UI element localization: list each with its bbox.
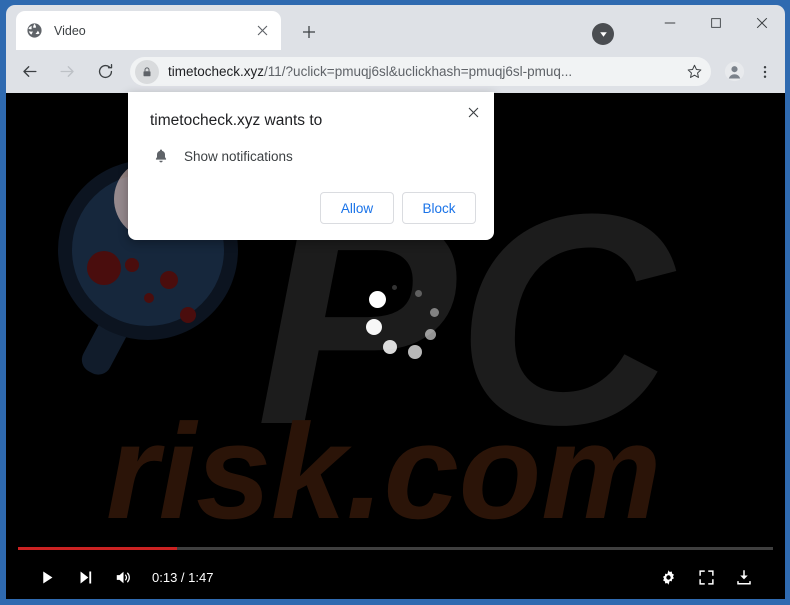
globe-icon (26, 22, 43, 39)
settings-gear-icon[interactable] (649, 558, 687, 596)
permission-label: Show notifications (184, 148, 293, 164)
time-display: 0:13 / 1:47 (152, 569, 214, 585)
browser-chrome: Video timetocheck.xyz/11/?uclick=pmuqj6s… (6, 5, 785, 93)
chrome-menu-icon[interactable] (751, 57, 779, 87)
browser-toolbar: timetocheck.xyz/11/?uclick=pmuqj6sl&ucli… (6, 50, 785, 93)
notification-permission-dialog: timetocheck.xyz wants to Show notificati… (128, 92, 494, 240)
download-icon[interactable] (725, 558, 763, 596)
dialog-actions: Allow Block (312, 192, 476, 224)
permission-row: Show notifications (150, 145, 293, 167)
minimize-icon[interactable] (647, 5, 693, 41)
progress-bar[interactable] (18, 547, 773, 550)
close-window-icon[interactable] (739, 5, 785, 41)
progress-fill (18, 547, 177, 550)
download-bubble-icon[interactable] (592, 23, 614, 45)
allow-button[interactable]: Allow (320, 192, 394, 224)
block-button[interactable]: Block (402, 192, 476, 224)
forward-icon[interactable] (52, 57, 82, 87)
reload-icon[interactable] (90, 57, 120, 87)
close-icon[interactable] (253, 22, 271, 40)
tab-strip: Video (6, 5, 785, 50)
tab-video[interactable]: Video (16, 11, 281, 50)
url-text[interactable]: timetocheck.xyz/11/?uclick=pmuqj6sl&ucli… (168, 64, 680, 79)
new-tab-button[interactable] (296, 19, 322, 45)
fullscreen-icon[interactable] (687, 558, 725, 596)
play-button[interactable] (28, 558, 66, 596)
maximize-icon[interactable] (693, 5, 739, 41)
browser-window: Video timetocheck.xyz/11/?uclick=pmuqj6s… (0, 0, 790, 605)
control-bar: 0:13 / 1:47 (6, 557, 785, 597)
bell-icon (150, 145, 172, 167)
bookmark-star-icon[interactable] (680, 58, 708, 86)
lock-icon[interactable] (135, 59, 159, 84)
window-controls (647, 5, 785, 41)
tab-title: Video (54, 23, 86, 38)
dialog-close-icon[interactable] (460, 99, 486, 125)
back-icon[interactable] (14, 57, 44, 87)
url-domain: timetocheck.xyz (168, 64, 265, 79)
loading-spinner (361, 283, 441, 359)
url-path: /11/?uclick=pmuqj6sl&uclickhash=pmuqj6sl… (264, 64, 573, 79)
address-bar[interactable]: timetocheck.xyz/11/?uclick=pmuqj6sl&ucli… (130, 57, 711, 86)
next-button[interactable] (66, 558, 104, 596)
svg-text:risk.com: risk.com (106, 396, 661, 547)
video-controls: 0:13 / 1:47 (6, 539, 785, 599)
volume-button[interactable] (104, 558, 142, 596)
profile-avatar-icon[interactable] (719, 57, 749, 87)
dialog-title: timetocheck.xyz wants to (150, 112, 323, 129)
